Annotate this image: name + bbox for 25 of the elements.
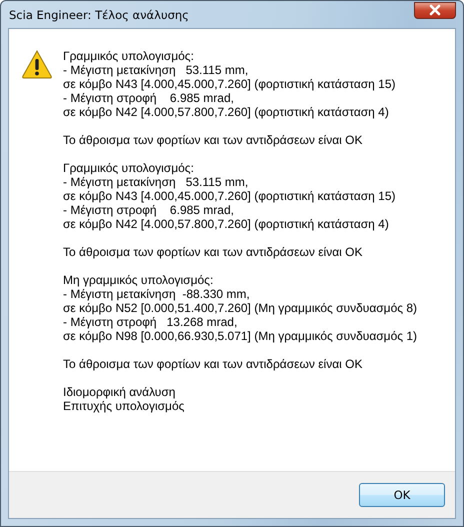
message-line: - Μέγιστη μετακίνηση 53.115 mm, — [63, 175, 250, 189]
message-line: - Μέγιστη στροφή 6.985 mrad, — [63, 203, 235, 217]
message-line: Το άθροισμα των φορτίων και των αντιδράσεων είναι OK — [63, 133, 364, 147]
message-line: Μη γραμμικός υπολογισμός: — [63, 273, 214, 287]
close-button[interactable] — [414, 2, 456, 18]
message-line: - Μέγιστη μετακίνηση -88.330 mm, — [63, 287, 251, 301]
message-line: σε κόμβο N43 [4.000,45.000,7.260] (φορτιστική κατάσταση 15) — [63, 77, 397, 91]
message-line: σε κόμβο N42 [4.000,57.800,7.260] (φορτιστική κατάσταση 4) — [63, 217, 390, 231]
ok-button[interactable]: OK — [359, 483, 445, 507]
close-icon — [428, 4, 442, 16]
message-line: Γραμμικός υπολογισμός: — [63, 49, 195, 63]
message-line: - Μέγιστη στροφή 13.268 mrad, — [63, 315, 238, 329]
warning-icon — [21, 49, 53, 79]
message-line: - Μέγιστη στροφή 6.985 mrad, — [63, 91, 235, 105]
message-line: Γραμμικός υπολογισμός: — [63, 161, 195, 175]
message-line: Επιτυχής υπολογισμός — [63, 399, 186, 413]
message-line: Ιδιομορφική ανάλυση — [63, 385, 176, 399]
message-line: σε κόμβο N42 [4.000,57.800,7.260] (φορτιστική κατάσταση 4) — [63, 105, 390, 119]
message-line: σε κόμβο N43 [4.000,45.000,7.260] (φορτιστική κατάσταση 15) — [63, 189, 397, 203]
message-line: σε κόμβο N52 [0.000,51.400,7.260] (Μη γραμμικός συνδυασμός 8) — [63, 301, 418, 315]
message-line: Το άθροισμα των φορτίων και των αντιδράσεων είναι OK — [63, 245, 364, 259]
message-line: σε κόμβο N98 [0.000,66.930,5.071] (Μη γραμμικός συνδυασμός 1) — [63, 329, 418, 343]
message-line: - Μέγιστη μετακίνηση 53.115 mm, — [63, 63, 250, 77]
message-line: Το άθροισμα των φορτίων και των αντιδράσεων είναι OK — [63, 357, 364, 371]
window-title: Scia Engineer: Τέλος ανάλυσης — [8, 8, 189, 22]
